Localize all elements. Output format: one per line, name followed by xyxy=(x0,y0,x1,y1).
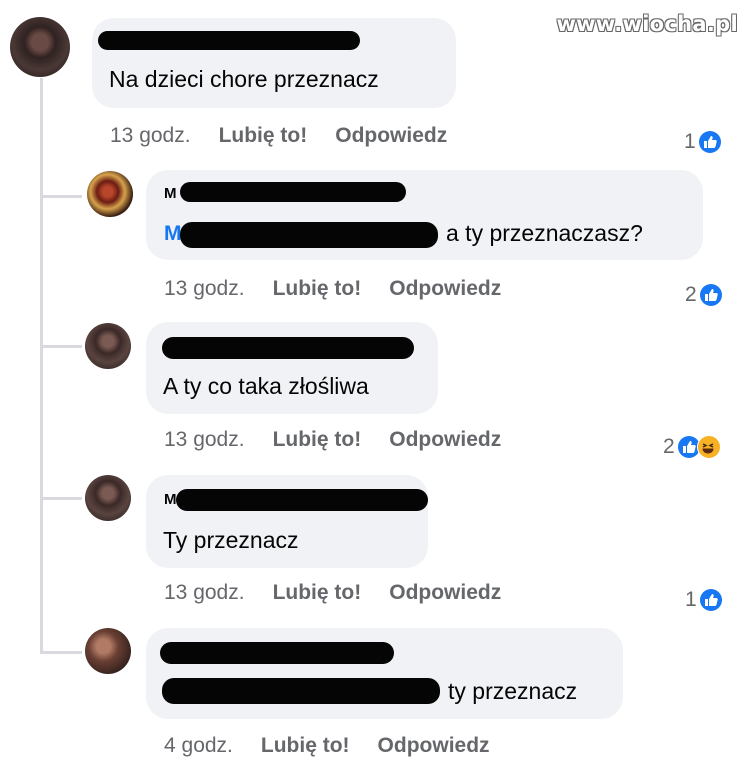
like-button[interactable]: Lubię to! xyxy=(219,124,308,147)
reply-button[interactable]: Odpowiedz xyxy=(389,428,501,451)
redacted-name xyxy=(160,642,394,664)
comment-text: ty przeznacz xyxy=(448,678,578,704)
thread-branch xyxy=(40,651,82,654)
like-button[interactable]: Lubię to! xyxy=(261,734,350,757)
like-icon xyxy=(699,589,722,611)
thread-branch xyxy=(40,195,82,198)
redacted-name xyxy=(162,337,414,359)
reply-button[interactable]: Odpowiedz xyxy=(378,734,490,757)
mention-fragment[interactable]: M xyxy=(164,222,182,246)
timestamp[interactable]: 13 godz. xyxy=(164,277,245,300)
like-button[interactable]: Lubię to! xyxy=(273,277,362,300)
avatar[interactable] xyxy=(10,17,70,77)
redacted-mention xyxy=(162,678,440,704)
avatar[interactable] xyxy=(85,475,131,521)
reaction-summary[interactable]: 1 xyxy=(685,588,722,612)
thread-line xyxy=(40,78,43,653)
reply-button[interactable]: Odpowiedz xyxy=(335,124,447,147)
redacted-name xyxy=(180,182,406,202)
thread-branch xyxy=(40,497,82,500)
redacted-name xyxy=(98,31,360,50)
comment-text: Ty przeznacz xyxy=(163,527,299,553)
reaction-count: 2 xyxy=(663,435,675,458)
avatar[interactable] xyxy=(85,323,131,369)
name-fragment: M xyxy=(164,185,177,202)
comment-meta: 13 godz. Lubię to! Odpowiedz xyxy=(164,581,501,605)
like-button[interactable]: Lubię to! xyxy=(273,428,362,451)
avatar[interactable] xyxy=(85,628,131,674)
comment-bubble: M M a ty przeznaczasz? xyxy=(146,170,703,260)
watermark: www.wiocha.pl xyxy=(556,12,738,36)
reaction-summary[interactable]: 2 xyxy=(663,435,721,459)
comment-meta: 4 godz. Lubię to! Odpowiedz xyxy=(164,734,490,758)
timestamp[interactable]: 13 godz. xyxy=(110,124,191,147)
like-button[interactable]: Lubię to! xyxy=(273,581,362,604)
avatar[interactable] xyxy=(87,171,133,217)
redacted-mention xyxy=(180,222,438,248)
reaction-count: 2 xyxy=(685,283,697,306)
comment-text: a ty przeznaczasz? xyxy=(446,220,643,246)
comment-text: Na dzieci chore przeznacz xyxy=(109,66,379,92)
reaction-count: 1 xyxy=(685,588,697,611)
comment-meta: 13 godz. Lubię to! Odpowiedz xyxy=(110,124,447,148)
haha-icon xyxy=(696,435,721,459)
timestamp[interactable]: 13 godz. xyxy=(164,581,245,604)
thread-branch xyxy=(40,345,82,348)
reply-button[interactable]: Odpowiedz xyxy=(389,581,501,604)
redacted-name xyxy=(176,489,428,511)
reaction-summary[interactable]: 2 xyxy=(685,283,722,307)
timestamp[interactable]: 4 godz. xyxy=(164,734,233,757)
comment-meta: 13 godz. Lubię to! Odpowiedz xyxy=(164,428,501,452)
reply-button[interactable]: Odpowiedz xyxy=(389,277,501,300)
comment-bubble: Na dzieci chore przeznacz xyxy=(92,18,456,108)
name-fragment: M xyxy=(164,491,177,508)
reaction-summary[interactable]: 1 xyxy=(684,130,721,154)
comment-bubble: M Ty przeznacz xyxy=(146,475,428,568)
comment-bubble: A ty co taka złośliwa xyxy=(146,322,438,414)
like-icon xyxy=(699,284,722,306)
reaction-count: 1 xyxy=(684,130,696,153)
comment-meta: 13 godz. Lubię to! Odpowiedz xyxy=(164,277,501,301)
timestamp[interactable]: 13 godz. xyxy=(164,428,245,451)
comment-text: A ty co taka złośliwa xyxy=(163,373,369,399)
like-icon xyxy=(698,131,721,153)
comment-bubble: ty przeznacz xyxy=(146,628,623,719)
